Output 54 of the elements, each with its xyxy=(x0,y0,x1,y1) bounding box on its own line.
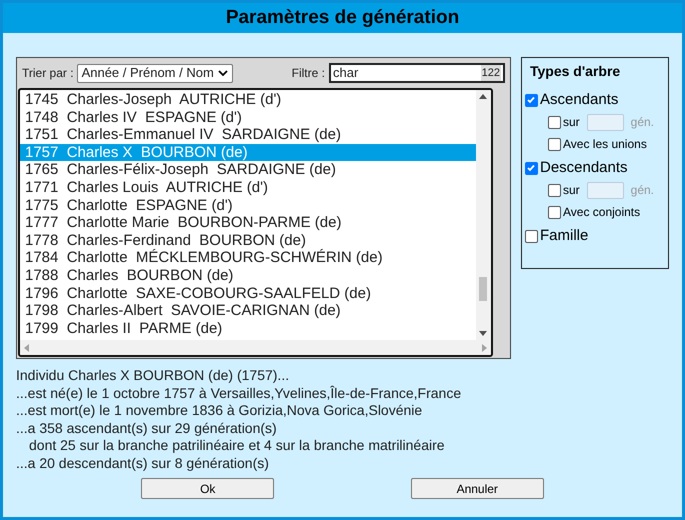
checkbox[interactable] xyxy=(548,184,561,196)
option-label: Ascendants xyxy=(540,90,618,110)
filter-field[interactable]: char 122 xyxy=(328,63,505,83)
checkbox[interactable] xyxy=(524,230,538,242)
info-line: ...est né(e) le 1 octobre 1757 à Versailles,Yvelines,Île-de-France,France xyxy=(16,384,462,402)
person-row[interactable]: 1765 Charles-Félix-Joseph SARDAIGNE (de) xyxy=(20,161,476,179)
unit-label: gén. xyxy=(630,114,654,131)
window-title: Paramètres de génération xyxy=(3,3,682,33)
generations-field[interactable] xyxy=(586,114,624,130)
panel-title: Types d'arbre xyxy=(528,62,622,81)
checkbox[interactable] xyxy=(524,162,538,174)
person-row[interactable]: 1748 Charles IV ESPAGNE (d') xyxy=(20,108,476,126)
option-label: Famille xyxy=(540,226,588,246)
info-line: dont 25 sur la branche patrilinéaire et 4 sur la branche matrilinéaire xyxy=(28,437,446,454)
horizontal-scrollbar[interactable] xyxy=(20,340,491,355)
up-arrow-icon xyxy=(479,94,488,99)
checkbox[interactable] xyxy=(524,94,538,106)
info-line: Individu Charles X BOURBON (de) (1757)... xyxy=(16,367,290,384)
checkbox[interactable] xyxy=(548,116,561,128)
dialog-button[interactable]: Annuler xyxy=(410,478,544,499)
person-row[interactable]: 1751 Charles-Emmanuel IV SARDAIGNE (de) xyxy=(20,126,476,144)
info-line: ...a 20 descendant(s) sur 8 génération(s) xyxy=(16,454,270,472)
unit-label: gén. xyxy=(630,182,654,199)
sort-dropdown[interactable]: Année / Prénom / Nom xyxy=(76,64,233,82)
dialog-button[interactable]: Ok xyxy=(141,478,274,499)
option-label: Avec conjoints xyxy=(562,204,640,221)
option-label: Descendants xyxy=(540,158,628,178)
left-arrow-icon xyxy=(24,344,29,352)
person-row[interactable]: 1798 Charles-Albert SAVOIE-CARIGNAN (de) xyxy=(20,302,476,320)
person-row[interactable]: 1788 Charles BOURBON (de) xyxy=(20,266,476,285)
info-line: ...a 358 ascendant(s) sur 29 génération(s) xyxy=(16,420,278,437)
info-line: ...est mort(e) le 1 novembre 1836 à Gorizia,Nova Gorica,Slovénie xyxy=(16,402,424,420)
option-label: sur xyxy=(562,182,580,199)
vertical-scrollbar[interactable] xyxy=(476,90,491,340)
person-row[interactable]: 1796 Charlotte SAXE-COBOURG-SAALFELD (de) xyxy=(20,284,476,302)
scroll-thumb[interactable] xyxy=(479,277,488,301)
person-row[interactable]: 1784 Charlotte MÉCKLEMBOURG-SCHWÉRIN (de) xyxy=(20,249,476,267)
option-label: Avec les unions xyxy=(562,136,647,153)
chevron-icon xyxy=(218,70,228,76)
checkbox[interactable] xyxy=(548,138,561,150)
checkbox[interactable] xyxy=(548,206,561,218)
person-row[interactable]: 1778 Charles-Ferdinand BOURBON (de) xyxy=(20,232,476,250)
down-arrow-icon xyxy=(479,331,488,336)
sort-label: Trier par : xyxy=(22,65,74,82)
person-row[interactable]: 1745 Charles-Joseph AUTRICHE (d') xyxy=(20,91,476,109)
filter-label: Filtre : xyxy=(292,65,325,82)
person-row[interactable]: 1777 Charlotte Marie BOURBON-PARME (de) xyxy=(20,214,476,232)
person-row[interactable]: 1771 Charles Louis AUTRICHE (d') xyxy=(20,178,476,197)
person-row[interactable]: 1775 Charlotte ESPAGNE (d') xyxy=(20,196,476,214)
option-label: sur xyxy=(562,114,580,131)
person-row[interactable]: 1799 Charles II PARME (de) xyxy=(20,320,476,338)
right-arrow-icon xyxy=(482,344,487,352)
generations-field[interactable] xyxy=(586,182,624,198)
match-count: 122 xyxy=(480,64,501,82)
